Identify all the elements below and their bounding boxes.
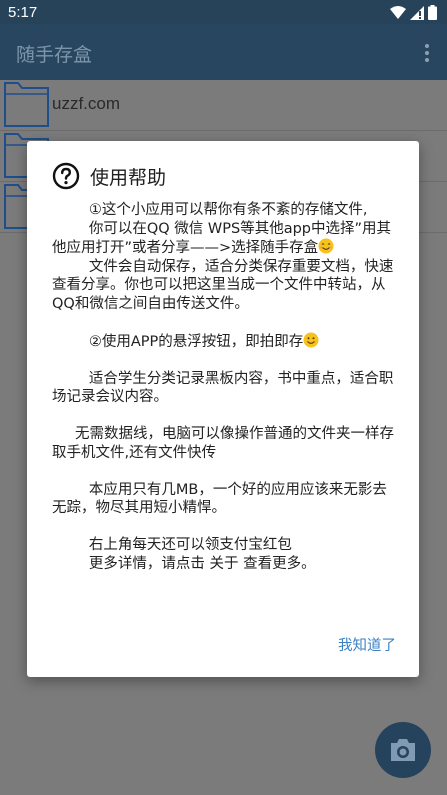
camera-icon: [391, 739, 415, 761]
dialog-header: 使用帮助: [52, 161, 166, 191]
got-it-button[interactable]: 我知道了: [338, 634, 396, 655]
question-circle-icon: [52, 162, 80, 190]
app-bar: 随手存盒: [0, 24, 447, 80]
camera-fab-button[interactable]: [375, 722, 431, 778]
overflow-menu-icon[interactable]: [425, 44, 429, 62]
signal-icon: [410, 5, 424, 20]
wifi-icon: [390, 5, 406, 19]
help-paragraph: 本应用只有几MB，一个好的应用应该来无影去无踪，物尽其用短小精悍。: [52, 481, 387, 517]
folder-icon: [4, 82, 49, 127]
help-text: 你可以在QQ 微信 WPS等其他app中选择”用其他应用打开”或者分享——>选择…: [52, 220, 392, 257]
help-paragraph: 文件会自动保存，适合分类保存重要文档，快速查看分享。你也可以把这里当成一个文件中…: [52, 258, 394, 312]
status-icons: [390, 5, 437, 20]
list-item[interactable]: uzzf.com: [0, 80, 447, 131]
help-paragraph: ①这个小应用可以帮你有条不紊的存储文件,: [52, 202, 368, 218]
help-dialog: 使用帮助 ①这个小应用可以帮你有条不紊的存储文件, 你可以在QQ 微信 WPS等…: [27, 141, 419, 677]
help-paragraph: 更多详情，请点击 关于 查看更多。: [52, 555, 316, 572]
status-bar: 5:17: [0, 0, 447, 24]
help-paragraph: 无需数据线，电脑可以像操作普通的文件夹一样存取手机文件,还有文件快传: [52, 426, 395, 461]
list-item-label: uzzf.com: [52, 94, 121, 113]
help-paragraph: 适合学生分类记录黑板内容，书中重点，适合职场记录会议内容。: [52, 370, 394, 406]
smile-emoji-icon: [303, 332, 319, 347]
app-title: 随手存盒: [16, 44, 93, 66]
dialog-title: 使用帮助: [90, 166, 167, 189]
status-time: 5:17: [8, 4, 38, 21]
help-paragraph: 右上角每天还可以领支付宝红包: [52, 537, 292, 553]
help-paragraph-with-emoji: ②使用APP的悬浮按钮，即拍即存: [52, 332, 397, 352]
dialog-body: ①这个小应用可以帮你有条不紊的存储文件, 你可以在QQ 微信 WPS等其他app…: [52, 201, 397, 573]
help-paragraph-with-emoji: 你可以在QQ 微信 WPS等其他app中选择”用其他应用打开”或者分享——>选择…: [52, 220, 397, 258]
smile-emoji-icon: [318, 238, 334, 254]
battery-icon: [428, 5, 437, 20]
help-text: ②使用APP的悬浮按钮，即拍即存: [52, 333, 304, 350]
